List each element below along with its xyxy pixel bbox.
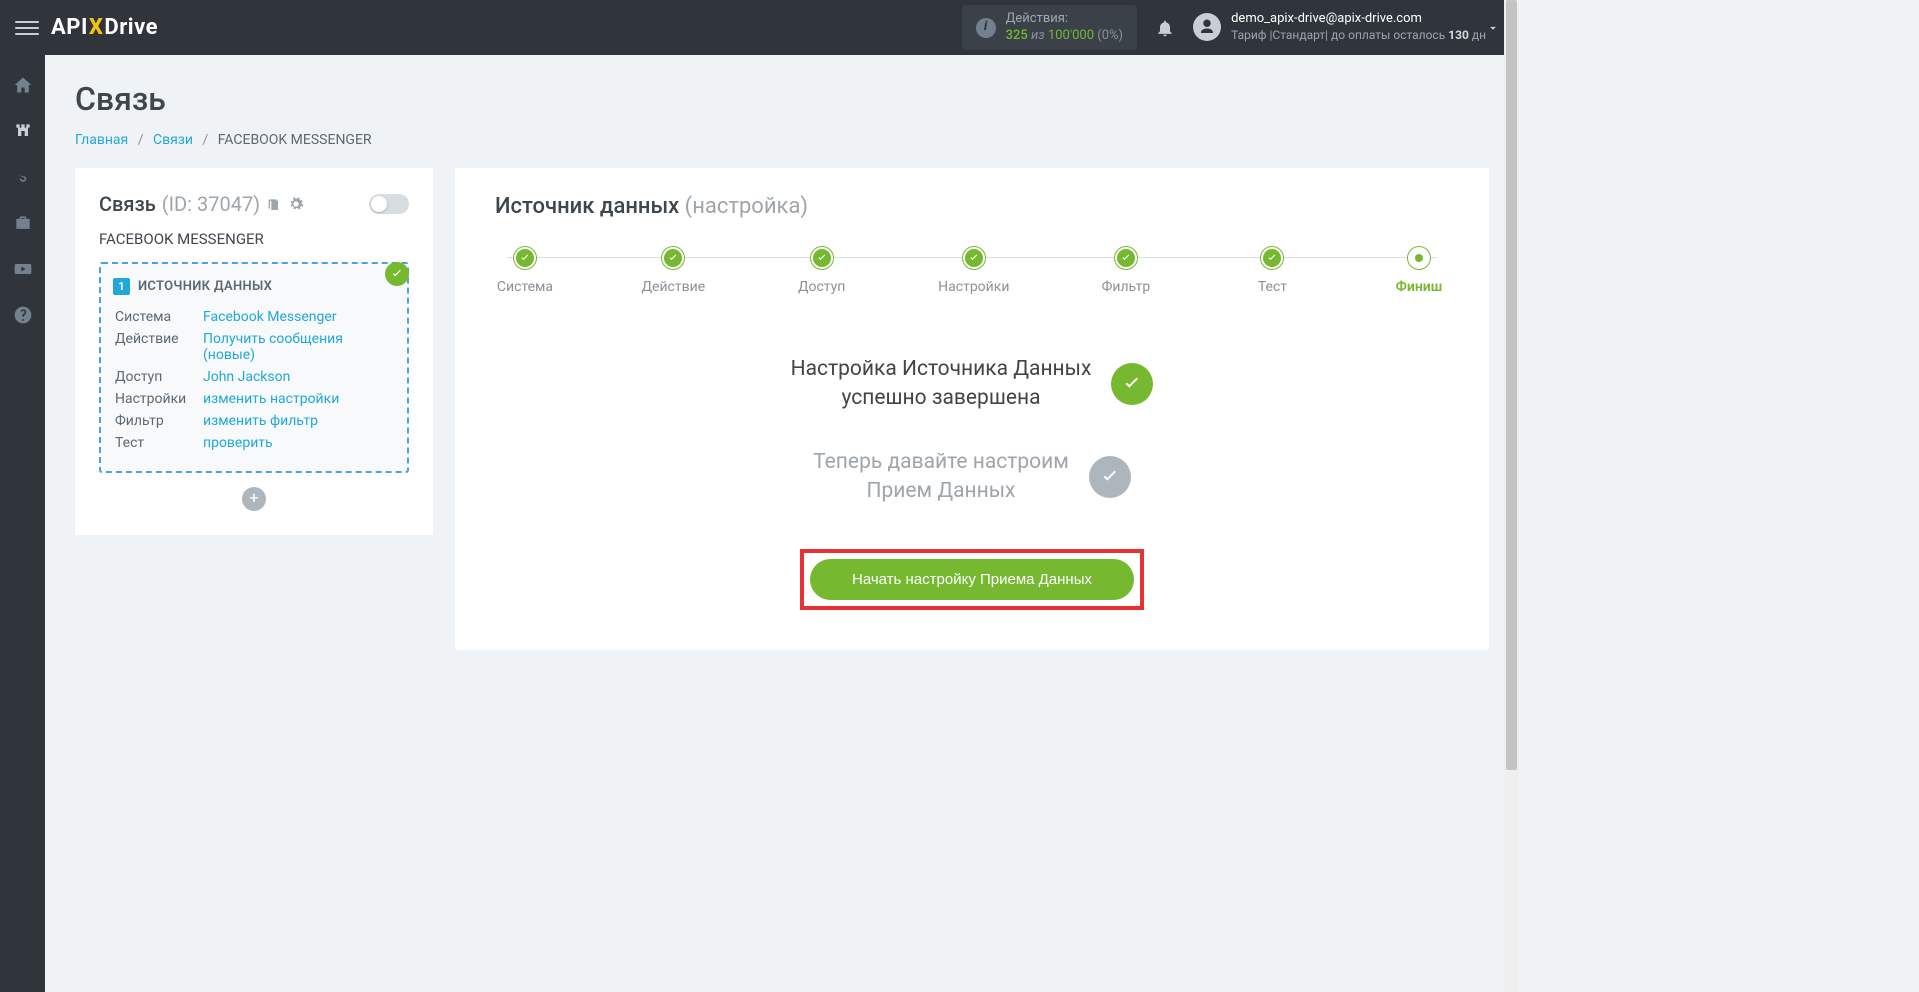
gear-icon[interactable] — [288, 196, 304, 212]
actions-pct: (0%) — [1097, 28, 1123, 43]
step-label: Система — [495, 279, 555, 295]
step-label: Фильтр — [1096, 279, 1156, 295]
page-title: Связь — [75, 80, 1489, 118]
logo-text: API — [51, 15, 88, 40]
chevron-down-icon[interactable] — [1486, 21, 1500, 35]
source-row: СистемаFacebook Messenger — [115, 307, 393, 327]
user-menu[interactable]: demo_apix-drive@apix-drive.com Тариф |Ст… — [1193, 11, 1486, 43]
actions-counter[interactable]: i Действия: 325 из 100'000 (0%) — [962, 5, 1137, 51]
source-row: Настройкиизменить настройки — [115, 389, 393, 409]
source-box: 1 ИСТОЧНИК ДАННЫХ СистемаFacebook Messen… — [99, 262, 409, 473]
step-финиш[interactable]: Финиш — [1389, 247, 1449, 295]
step-действие[interactable]: Действие — [642, 247, 706, 295]
step-система[interactable]: Система — [495, 247, 555, 295]
step-label: Доступ — [792, 279, 852, 295]
logo[interactable]: APIXDrive — [51, 15, 158, 40]
source-row-link[interactable]: изменить настройки — [203, 391, 339, 407]
copy-icon[interactable] — [266, 196, 282, 212]
sidebar-connections-icon[interactable] — [13, 121, 33, 141]
check-icon-grey — [1089, 456, 1131, 498]
breadcrumb-home[interactable]: Главная — [75, 132, 128, 148]
success-text-2: Теперь давайте настроим Прием Данных — [813, 448, 1069, 507]
step-dot-icon — [963, 247, 985, 269]
sidebar-video-icon[interactable] — [13, 259, 33, 279]
source-row-label: Действие — [115, 329, 201, 365]
step-label: Действие — [642, 279, 706, 295]
source-row-link[interactable]: Facebook Messenger — [203, 309, 337, 325]
info-icon: i — [976, 18, 996, 38]
source-row-label: Доступ — [115, 367, 201, 387]
source-row: Тестпроверить — [115, 433, 393, 453]
hamburger-menu-icon[interactable] — [15, 16, 39, 40]
step-dot-icon — [514, 247, 536, 269]
source-row: ДействиеПолучить сообщения (новые) — [115, 329, 393, 365]
stepper: Система Действие Доступ Настройки Фильтр Тест… — [495, 247, 1449, 295]
source-row: ДоступJohn Jackson — [115, 367, 393, 387]
step-фильтр[interactable]: Фильтр — [1096, 247, 1156, 295]
cta-highlight: Начать настройку Приема Данных — [800, 549, 1144, 610]
scrollbar[interactable] — [1504, 0, 1519, 992]
connection-card: Связь (ID: 37047) FACEBOOK MESSENGER 1 И… — [75, 168, 433, 535]
enable-toggle[interactable] — [369, 194, 409, 214]
sidebar-dollar-icon[interactable] — [13, 167, 33, 187]
breadcrumb: Главная / Связи / FACEBOOK MESSENGER — [75, 132, 1489, 148]
main-content: Связь Главная / Связи / FACEBOOK MESSENG… — [45, 55, 1519, 992]
source-box-title: ИСТОЧНИК ДАННЫХ — [138, 279, 272, 294]
step-label: Финиш — [1389, 279, 1449, 295]
actions-used: 325 — [1006, 28, 1028, 43]
source-row-link[interactable]: Получить сообщения (новые) — [203, 331, 343, 363]
step-доступ[interactable]: Доступ — [792, 247, 852, 295]
add-block-button[interactable]: + — [242, 487, 266, 511]
sidebar-briefcase-icon[interactable] — [13, 213, 33, 233]
actions-max: 100'000 — [1048, 28, 1094, 43]
avatar-icon — [1193, 13, 1221, 41]
check-badge-icon — [385, 262, 409, 286]
source-row-label: Тест — [115, 433, 201, 453]
sidebar — [0, 55, 45, 992]
step-dot-icon — [811, 247, 833, 269]
check-icon-green — [1111, 363, 1153, 405]
topbar: APIXDrive i Действия: 325 из 100'000 (0%… — [0, 0, 1519, 55]
sidebar-help-icon[interactable] — [13, 305, 33, 325]
logo-x: X — [89, 15, 104, 40]
source-row: Фильтризменить фильтр — [115, 411, 393, 431]
actions-iz: из — [1031, 28, 1045, 43]
setup-subtitle: (настройка) — [685, 194, 808, 219]
step-label: Настройки — [938, 279, 1009, 295]
start-destination-setup-button[interactable]: Начать настройку Приема Данных — [810, 559, 1134, 600]
logo-text2: Drive — [104, 15, 158, 40]
breadcrumb-links[interactable]: Связи — [153, 132, 193, 148]
source-box-number: 1 — [113, 278, 130, 295]
step-dot-icon — [1115, 247, 1137, 269]
actions-label: Действия: — [1006, 11, 1123, 28]
source-row-label: Система — [115, 307, 201, 327]
step-тест[interactable]: Тест — [1242, 247, 1302, 295]
step-dot-icon — [1261, 247, 1283, 269]
breadcrumb-current: FACEBOOK MESSENGER — [218, 132, 372, 148]
source-row-link[interactable]: John Jackson — [203, 369, 290, 385]
connection-title: Связь — [99, 192, 156, 216]
connection-name: FACEBOOK MESSENGER — [99, 230, 409, 248]
bell-icon[interactable] — [1155, 18, 1175, 38]
source-row-link[interactable]: изменить фильтр — [203, 413, 318, 429]
step-настройки[interactable]: Настройки — [938, 247, 1009, 295]
source-row-label: Настройки — [115, 389, 201, 409]
setup-title: Источник данных — [495, 194, 679, 219]
sidebar-home-icon[interactable] — [13, 75, 33, 95]
success-text-1: Настройка Источника Данных успешно завер… — [791, 355, 1092, 414]
source-table: СистемаFacebook MessengerДействиеПолучит… — [113, 305, 395, 455]
user-email: demo_apix-drive@apix-drive.com — [1231, 11, 1486, 28]
connection-id: (ID: 37047) — [162, 192, 260, 216]
user-tariff: Тариф |Стандарт| до оплаты осталось 130 … — [1231, 28, 1486, 44]
source-row-link[interactable]: проверить — [203, 435, 273, 451]
source-row-label: Фильтр — [115, 411, 201, 431]
setup-card: Источник данных (настройка) Система Дейст… — [455, 168, 1489, 650]
step-label: Тест — [1242, 279, 1302, 295]
step-dot-icon — [662, 247, 684, 269]
step-dot-icon — [1408, 247, 1430, 269]
